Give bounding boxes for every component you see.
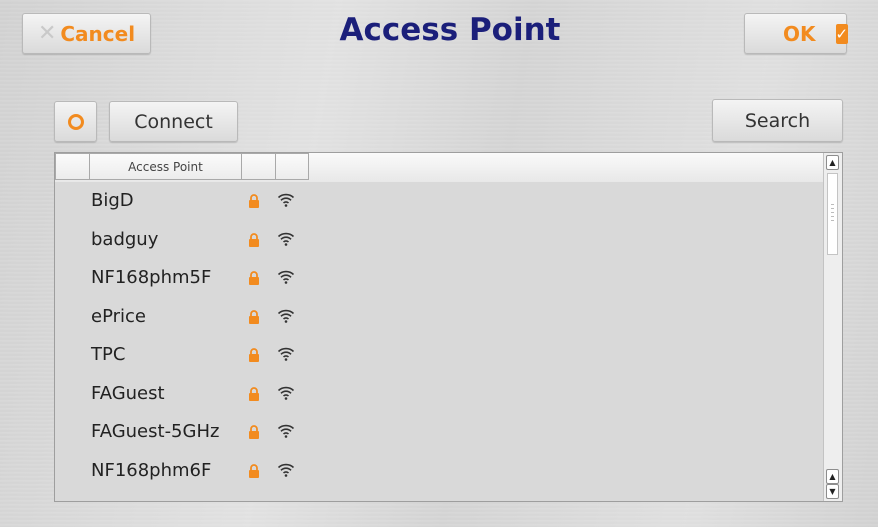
- connect-button[interactable]: Connect: [109, 101, 238, 142]
- column-header-access-point[interactable]: Access Point: [89, 153, 242, 180]
- scroll-down-button[interactable]: ▲: [826, 469, 839, 484]
- lock-icon: [248, 232, 260, 248]
- wifi-icon: [277, 308, 295, 324]
- table-row[interactable]: NF168phm5F: [55, 259, 824, 298]
- scroll-grip: [831, 208, 834, 209]
- lock-icon: [248, 347, 260, 363]
- access-point-name: badguy: [91, 228, 159, 250]
- ok-button[interactable]: OK ✓: [744, 13, 849, 54]
- table-row[interactable]: FAGuest-5GHz: [55, 413, 824, 452]
- access-point-list[interactable]: Access Point BigD badguy NF168phm5F ePrice T…: [54, 152, 843, 502]
- lock-icon: [248, 193, 260, 209]
- access-point-name: NF168phm6F: [91, 459, 212, 481]
- table-body: BigD badguy NF168phm5F ePrice TPC FAGuest FAGu…: [55, 182, 824, 490]
- checkbox-checked-icon: ✓: [835, 23, 849, 44]
- column-header-blank[interactable]: [55, 153, 90, 180]
- lock-icon: [248, 270, 260, 286]
- table-row[interactable]: BigD: [55, 182, 824, 221]
- table-header: Access Point: [55, 153, 824, 182]
- wifi-icon: [277, 462, 295, 478]
- wifi-icon: [277, 423, 295, 439]
- access-point-name: FAGuest-5GHz: [91, 421, 220, 442]
- wifi-icon: [277, 385, 295, 401]
- wifi-icon: [277, 269, 295, 285]
- access-point-name: ePrice: [91, 305, 146, 327]
- scroll-grip: [831, 204, 834, 205]
- access-point-name: TPC: [91, 344, 126, 365]
- lock-icon: [248, 309, 260, 325]
- access-point-name: BigD: [91, 190, 134, 211]
- wifi-icon: [277, 346, 295, 362]
- scroll-grip: [831, 212, 834, 213]
- lock-icon: [248, 463, 260, 479]
- search-button[interactable]: Search: [712, 99, 843, 142]
- table-row[interactable]: ePrice: [55, 298, 824, 337]
- access-point-name: NF168phm5F: [91, 267, 212, 288]
- scroll-down-button[interactable]: ▼: [826, 484, 839, 499]
- column-header-signal[interactable]: [275, 153, 309, 180]
- close-icon: ✕: [37, 21, 57, 46]
- scroll-up-button[interactable]: ▲: [826, 155, 839, 170]
- page-title: Access Point: [339, 12, 561, 48]
- vertical-scrollbar[interactable]: ▲ ▲ ▼: [823, 153, 842, 501]
- lock-icon: [248, 424, 260, 440]
- scroll-thumb[interactable]: [827, 173, 838, 255]
- table-row[interactable]: FAGuest: [55, 375, 824, 414]
- table-row[interactable]: NF168phm6F: [55, 452, 824, 491]
- access-point-name: FAGuest: [91, 382, 165, 404]
- column-header-security[interactable]: [241, 153, 276, 180]
- refresh-icon: [67, 113, 84, 130]
- lock-icon: [248, 386, 260, 402]
- wifi-icon: [277, 231, 295, 247]
- cancel-button[interactable]: ✕ Cancel: [22, 13, 151, 54]
- table-row[interactable]: TPC: [55, 336, 824, 375]
- scroll-grip: [831, 220, 834, 221]
- ok-label: OK: [783, 21, 816, 46]
- wifi-icon: [277, 192, 295, 208]
- refresh-button[interactable]: [54, 101, 97, 142]
- table-row[interactable]: badguy: [55, 221, 824, 260]
- cancel-label: Cancel: [60, 21, 136, 46]
- scroll-grip: [831, 216, 834, 217]
